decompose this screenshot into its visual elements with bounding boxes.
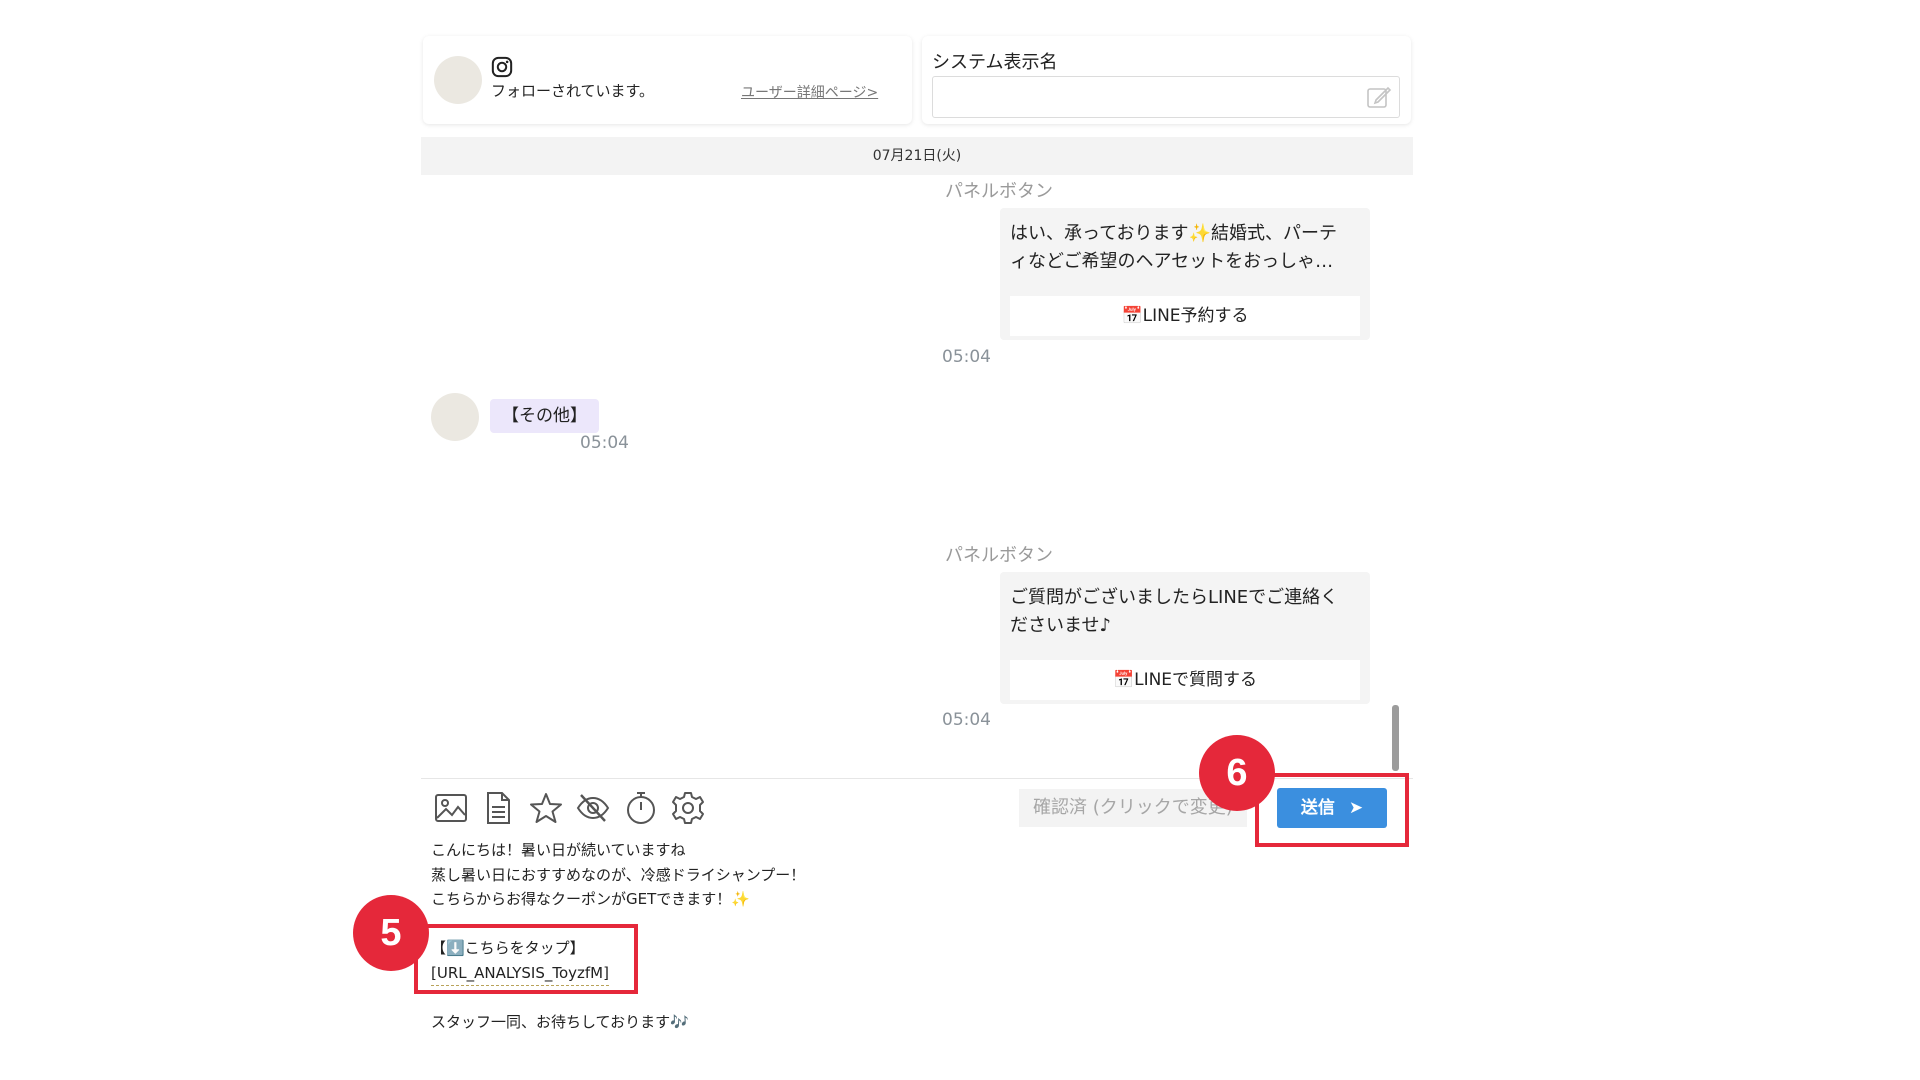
message-time: 05:04 <box>942 347 991 367</box>
step-badge-6: 6 <box>1199 735 1275 811</box>
message-line: ださいませ♪ <box>1010 615 1111 636</box>
system-name-label: システム表示名 <box>932 52 1058 73</box>
message-line: ご質問がございましたらLINEでご連絡く <box>1010 587 1339 608</box>
date-separator: 07月21日(火) <box>421 137 1413 175</box>
panel-button-label: パネルボタン <box>945 545 1053 566</box>
line-reservation-button[interactable]: 📅LINE予約する <box>1010 296 1360 336</box>
system-name-input[interactable] <box>932 76 1400 118</box>
panel-message-bubble: ご質問がございましたらLINEでご連絡く ださいませ♪ 📅LINEで質問する <box>1000 572 1370 704</box>
user-message-bubble: 【その他】 <box>490 399 599 433</box>
user-detail-link[interactable]: ユーザー詳細ページ> <box>741 82 878 102</box>
composer-line: スタッフ一同、お待ちしております🎶 <box>431 1012 689 1031</box>
highlight-box-send <box>1255 773 1409 847</box>
system-name-card: システム表示名 <box>922 36 1411 124</box>
step-badge-5: 5 <box>353 895 429 971</box>
highlight-box-url <box>414 924 638 994</box>
edit-icon[interactable] <box>1366 84 1392 110</box>
composer-line: こんにちは！暑い日が続いていますね <box>431 841 686 859</box>
chat-scrollbar[interactable] <box>1392 705 1399 771</box>
message-line: ィなどご希望のヘアセットをおっしゃ… <box>1010 251 1334 272</box>
panel-message-bubble: はい、承っております✨結婚式、パーテ ィなどご希望のヘアセットをおっしゃ… 📅L… <box>1000 208 1370 340</box>
composer-line: こちらからお得なクーポンがGETできます！✨ <box>431 890 750 908</box>
timer-icon[interactable] <box>624 791 658 825</box>
follow-status: フォローされています。 <box>491 82 655 100</box>
line-question-button[interactable]: 📅LINEで質問する <box>1010 660 1360 700</box>
eye-off-icon[interactable] <box>576 791 610 825</box>
message-time: 05:04 <box>942 710 991 730</box>
user-info-card: フォローされています。 ユーザー詳細ページ> <box>423 36 912 124</box>
composer-line: 蒸し暑い日におすすめなのが、冷感ドライシャンプー！ <box>431 865 806 884</box>
gear-icon[interactable] <box>671 791 705 825</box>
panel-button-label: パネルボタン <box>945 181 1053 202</box>
user-avatar <box>431 393 479 441</box>
message-time: 05:04 <box>580 433 629 453</box>
message-line: はい、承っております✨結婚式、パーテ <box>1010 223 1337 244</box>
user-avatar <box>434 56 482 104</box>
star-icon[interactable] <box>529 791 563 825</box>
document-icon[interactable] <box>481 791 515 825</box>
image-icon[interactable] <box>434 791 468 825</box>
instagram-icon <box>491 56 513 78</box>
